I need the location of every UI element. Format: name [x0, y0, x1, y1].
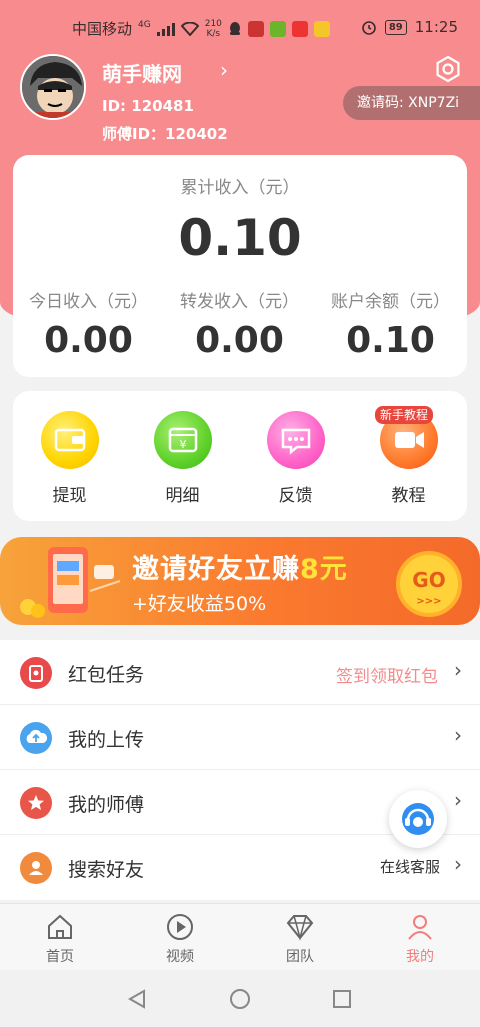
signal-icon — [156, 22, 175, 36]
settings-icon[interactable] — [433, 54, 463, 84]
tab-label: 团队 — [286, 949, 314, 965]
wallet-icon — [40, 411, 99, 469]
stat-value: 0.10 — [346, 320, 435, 361]
stat-value: 0.00 — [195, 320, 284, 361]
app-notification-icon — [247, 20, 264, 37]
chevron-right-icon: › — [454, 852, 462, 876]
star-icon — [20, 787, 52, 819]
status-bar: 中国移动 4G 210 K/s 89 11:25 — [0, 0, 480, 56]
wifi-icon — [180, 21, 199, 36]
diamond-icon — [286, 915, 314, 941]
stat-balance: 账户余额（元） 0.10 — [315, 287, 466, 361]
menu-label: 搜索好友 — [68, 859, 145, 881]
action-tutorial[interactable]: 教程 — [352, 411, 465, 506]
action-label: 教程 — [391, 486, 426, 506]
qq-icon — [229, 21, 240, 35]
action-label: 反馈 — [278, 486, 313, 506]
user-icon — [408, 915, 432, 940]
person-icon — [20, 852, 52, 884]
avatar[interactable] — [20, 54, 86, 120]
chevron-right-icon: › — [454, 658, 462, 682]
banner-title: 邀请好友立赚8元 — [132, 554, 348, 585]
stat-label: 今日收入（元） — [29, 292, 148, 312]
shopping-illustration — [20, 547, 121, 618]
bottom-tab-bar: 首页 视频 团队 我的 — [0, 903, 480, 970]
chat-bubble-icon — [266, 411, 325, 469]
red-envelope-icon — [20, 657, 52, 689]
tab-mine[interactable]: 我的 — [360, 912, 480, 966]
cloud-upload-icon — [20, 722, 52, 754]
chevron-right-icon: › — [454, 788, 462, 812]
banner-subtitle: +好友收益50% — [132, 593, 267, 615]
total-income-label: 累计收入（元） — [180, 178, 300, 198]
menu-label: 我的上传 — [68, 729, 145, 751]
total-income-value: 0.10 — [178, 209, 302, 267]
menu-item-red-envelope-task[interactable]: 红包任务 签到领取红包 › — [0, 640, 480, 705]
invite-banner[interactable]: 邀请好友立赚8元 +好友收益50% GO >>> — [0, 537, 480, 625]
app-notification-icon — [291, 20, 308, 37]
menu-hint: 签到领取红包 — [336, 667, 438, 687]
calendar-yuan-icon: ¥ — [153, 411, 212, 469]
invite-code-pill[interactable]: 邀请码: XNP7Zi — [343, 86, 480, 120]
system-navigation-bar — [0, 970, 480, 1027]
tab-team[interactable]: 团队 — [240, 912, 360, 966]
clock: 11:25 — [414, 18, 458, 36]
action-withdraw[interactable]: 提现 — [13, 411, 126, 506]
new-tutorial-badge: 新手教程 — [375, 406, 434, 424]
alarm-icon — [362, 21, 376, 35]
tab-label: 首页 — [46, 949, 74, 965]
tab-home[interactable]: 首页 — [0, 912, 120, 966]
back-icon[interactable] — [126, 988, 148, 1010]
carrier-label: 中国移动 — [72, 20, 133, 38]
home-circle-icon[interactable] — [229, 988, 251, 1010]
quick-actions: 提现 ¥ 明细 反馈 新手教程 教程 — [13, 391, 467, 521]
network-speed: 210 K/s — [204, 18, 222, 39]
action-feedback[interactable]: 反馈 — [239, 411, 352, 506]
app-notification-icon — [269, 20, 286, 37]
chevron-right-icon[interactable]: › — [220, 58, 228, 82]
menu-item-my-uploads[interactable]: 我的上传 › — [0, 705, 480, 770]
master-id: 师傅ID：120402 — [102, 125, 228, 143]
svg-text:¥: ¥ — [179, 438, 186, 451]
stat-label: 账户余额（元） — [331, 292, 450, 312]
earnings-card: 累计收入（元） 0.10 今日收入（元） 0.00 转发收入（元） 0.00 账… — [13, 155, 467, 377]
menu-label: 红包任务 — [68, 664, 145, 686]
app-notification-icon — [313, 20, 330, 37]
customer-service-button[interactable] — [389, 790, 447, 848]
tab-label: 我的 — [406, 949, 434, 965]
customer-service-label[interactable]: 在线客服 — [380, 856, 440, 877]
tab-label: 视频 — [166, 949, 194, 965]
headset-icon — [402, 803, 434, 835]
action-label: 明细 — [165, 486, 200, 506]
home-icon — [48, 914, 72, 939]
stat-today: 今日收入（元） 0.00 — [13, 287, 164, 361]
recents-icon[interactable] — [331, 988, 353, 1010]
play-icon — [167, 914, 193, 940]
menu-label: 我的师傅 — [68, 794, 145, 816]
battery-indicator: 89 — [384, 19, 407, 35]
user-id: ID: 120481 — [102, 97, 194, 115]
go-button[interactable]: GO >>> — [396, 551, 462, 617]
tab-video[interactable]: 视频 — [120, 912, 240, 966]
chevron-right-icon: › — [454, 723, 462, 747]
stat-label: 转发收入（元） — [180, 292, 299, 312]
stat-value: 0.00 — [44, 320, 133, 361]
network-type: 4G — [138, 19, 151, 30]
action-details[interactable]: ¥ 明细 — [126, 411, 239, 506]
action-label: 提现 — [52, 486, 87, 506]
username[interactable]: 萌手赚网 — [102, 58, 182, 87]
stat-forward: 转发收入（元） 0.00 — [164, 287, 315, 361]
